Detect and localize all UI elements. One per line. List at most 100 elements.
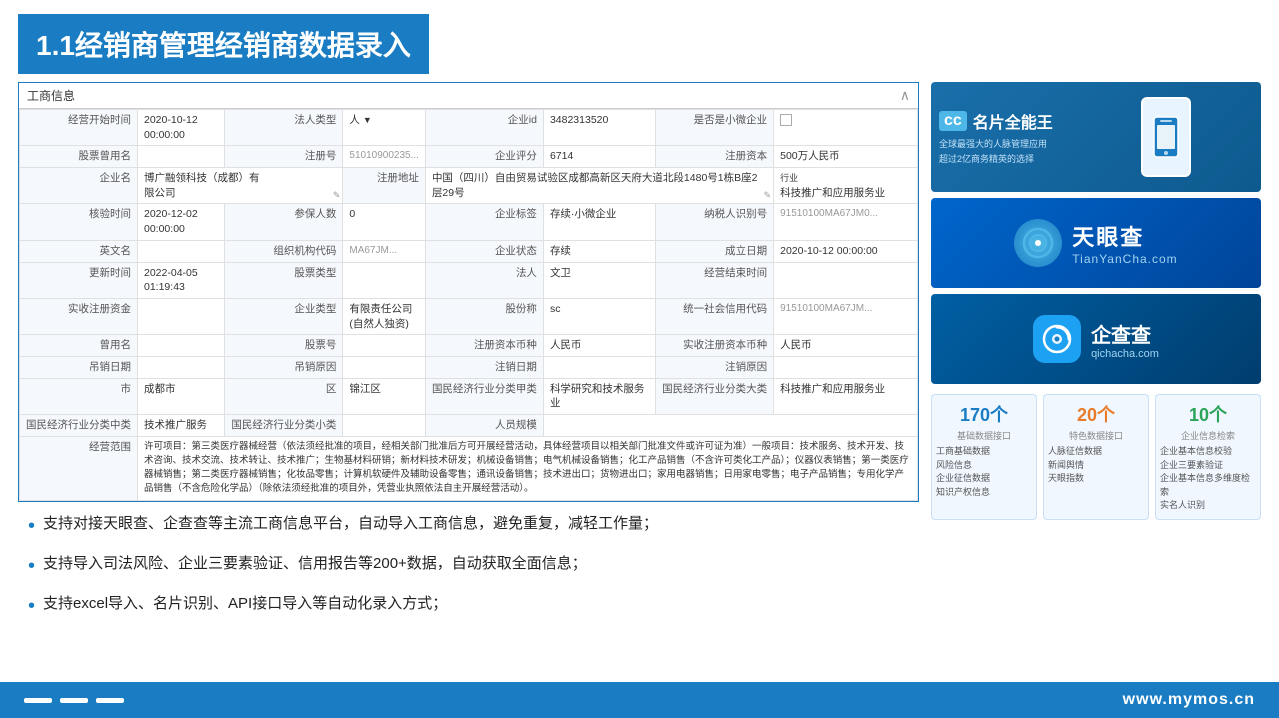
biz-info-card: 工商信息 ∧ 经营开始时间 2020-10-12 00:00:00 法人类型 人… xyxy=(18,82,919,502)
table-row: 市 成都市 区 锦江区 国民经济行业分类甲类 科学研究和技术服务业 国民经济行业… xyxy=(20,378,918,414)
label-cell: 市 xyxy=(20,378,138,414)
value-cell xyxy=(138,335,225,357)
biz-card-title: 工商信息 xyxy=(27,87,75,104)
label-cell: 股票曾用名 xyxy=(20,146,138,168)
mingpian-subtitle1: 全球最强大的人脉管理应用 xyxy=(939,137,1063,150)
bullet-item-1: • 支持对接天眼查、企查查等主流工商信息平台，自动导入工商信息，避免重复，减轻工… xyxy=(28,512,919,542)
label-cell: 注册资本币种 xyxy=(425,335,543,357)
label-cell: 股票号 xyxy=(225,335,343,357)
footer-dots xyxy=(24,698,124,703)
value-cell: MA67JM... xyxy=(343,240,426,262)
label-cell: 纳税人识别号 xyxy=(656,204,774,240)
mingpian-right xyxy=(1071,97,1261,177)
tianyanzha-ad-card: 天眼查 TianYanCha.com xyxy=(931,198,1261,288)
label-cell: 英文名 xyxy=(20,240,138,262)
stat-label-3: 企业信息检索 xyxy=(1160,429,1256,442)
stat-box-3: 10个 企业信息检索 企业基本信息校验 企业三要素验证 企业基本信息多维度检索 … xyxy=(1155,394,1261,520)
value-cell[interactable] xyxy=(774,110,918,146)
stat-num-3: 10个 xyxy=(1160,401,1256,427)
label-cell: 股份称 xyxy=(425,298,543,334)
tianyanzha-name: 天眼查 xyxy=(1072,220,1177,252)
table-row: 实收注册资金 企业类型 有限责任公司(自然人独资) 股份称 sc 统一社会信用代… xyxy=(20,298,918,334)
stat-items-3: 企业基本信息校验 企业三要素验证 企业基本信息多维度检索 实名人识别 xyxy=(1160,445,1256,513)
bullet-text-3: 支持excel导入、名片识别、API接口导入等自动化录入方式； xyxy=(43,592,447,616)
label-cell: 区 xyxy=(225,378,343,414)
label-cell: 参保人数 xyxy=(225,204,343,240)
qichacha-logo-row: 企查查 qichacha.com xyxy=(1033,315,1159,363)
label-cell: 是否是小微企业 xyxy=(656,110,774,146)
qichacha-ad-card: 企查查 qichacha.com xyxy=(931,294,1261,384)
value-cell xyxy=(343,262,426,298)
label-cell: 企业类型 xyxy=(225,298,343,334)
value-cell: 91510100MA67JM... xyxy=(774,298,918,334)
value-cell: 6714 xyxy=(543,146,655,168)
tianyanzha-text: 天眼查 TianYanCha.com xyxy=(1072,220,1177,266)
mingpian-content: cc 名片全能王 全球最强大的人脉管理应用 超过2亿商务精英的选择 xyxy=(931,82,1261,192)
label-cell: 企业id xyxy=(425,110,543,146)
table-row: 英文名 组织机构代码 MA67JM... 企业状态 存续 成立日期 2020-1… xyxy=(20,240,918,262)
value-cell: 3482313520 xyxy=(543,110,655,146)
left-panel: 工商信息 ∧ 经营开始时间 2020-10-12 00:00:00 法人类型 人… xyxy=(18,82,919,632)
label-cell: 国民经济行业分类中类 xyxy=(20,415,138,437)
footer-url: www.mymos.cn xyxy=(1123,691,1255,709)
stat-num-2: 20个 xyxy=(1048,401,1144,427)
label-cell: 企业标签 xyxy=(425,204,543,240)
label-cell: 核验时间 xyxy=(20,204,138,240)
bullet-text-2: 支持导入司法风险、企业三要素验证、信用报告等200+数据，自动获取全面信息； xyxy=(43,552,587,576)
tianyanzha-icon xyxy=(1014,219,1062,267)
value-cell: 成都市 xyxy=(138,378,225,414)
stat-num-1: 170个 xyxy=(936,401,1032,427)
value-cell: 2020-10-12 00:00:00 xyxy=(138,110,225,146)
label-cell: 国民经济行业分类小类 xyxy=(225,415,343,437)
value-cell xyxy=(138,356,225,378)
label-cell: 注册号 xyxy=(225,146,343,168)
stat-box-1: 170个 基础数据接口 工商基础数据 风险信息 企业征信数据 知识产权信息 xyxy=(931,394,1037,520)
stat-box-2: 20个 特色数据接口 人脉征信数据 新闻舆情 天眼指数 xyxy=(1043,394,1149,520)
label-cell: 经营开始时间 xyxy=(20,110,138,146)
value-cell[interactable]: 博广融领科技（成都）有限公司 ✎ xyxy=(138,168,343,204)
label-cell: 企业名 xyxy=(20,168,138,204)
value-cell: 文卫 xyxy=(543,262,655,298)
label-cell: 企业评分 xyxy=(425,146,543,168)
label-cell: 经营范围 xyxy=(20,436,138,500)
label-cell: 成立日期 xyxy=(656,240,774,262)
qichacha-logo-svg xyxy=(1041,323,1073,355)
value-cell: 锦江区 xyxy=(343,378,426,414)
mingpian-logo: cc 名片全能王 xyxy=(939,109,1063,133)
footer-bar: www.mymos.cn xyxy=(0,682,1279,718)
label-cell: 更新时间 xyxy=(20,262,138,298)
cc-badge: cc xyxy=(939,111,967,131)
value-cell[interactable]: 人 ▼ xyxy=(343,110,426,146)
phone-icon xyxy=(1152,115,1180,159)
label-cell: 注销日期 xyxy=(425,356,543,378)
bullet-text-1: 支持对接天眼查、企查查等主流工商信息平台，自动导入工商信息，避免重复，减轻工作量… xyxy=(43,512,658,536)
bullets-section: • 支持对接天眼查、企查查等主流工商信息平台，自动导入工商信息，避免重复，减轻工… xyxy=(18,512,919,622)
collapse-icon[interactable]: ∧ xyxy=(900,87,910,104)
footer-dot-3 xyxy=(96,698,124,703)
label-cell: 实收注册资金 xyxy=(20,298,138,334)
value-cell xyxy=(138,146,225,168)
qichacha-icon xyxy=(1033,315,1081,363)
value-cell: sc xyxy=(543,298,655,334)
bullet-item-2: • 支持导入司法风险、企业三要素验证、信用报告等200+数据，自动获取全面信息； xyxy=(28,552,919,582)
table-row: 曾用名 股票号 注册资本币种 人民币 实收注册资本币种 人民币 xyxy=(20,335,918,357)
page-title: 1.1经销商管理经销商数据录入 xyxy=(36,30,411,61)
tianyanzha-content: 天眼查 TianYanCha.com xyxy=(931,198,1261,288)
table-row: 更新时间 2022-04-05 01:19:43 股票类型 法人 文卫 经营结束… xyxy=(20,262,918,298)
table-row: 经营开始时间 2020-10-12 00:00:00 法人类型 人 ▼ 企业id… xyxy=(20,110,918,146)
value-cell xyxy=(343,415,426,437)
table-row: 国民经济行业分类中类 技术推广服务 国民经济行业分类小类 人员规模 xyxy=(20,415,918,437)
tianyanzha-logo-svg xyxy=(1022,227,1054,259)
label-cell: 企业状态 xyxy=(425,240,543,262)
stat-label-2: 特色数据接口 xyxy=(1048,429,1144,442)
value-cell xyxy=(543,356,655,378)
value-cell[interactable]: 中国（四川）自由贸易试验区成都高新区天府大道北段1480号1栋B座2层29号 ✎ xyxy=(425,168,773,204)
value-cell: 0 xyxy=(343,204,426,240)
label-cell: 注销原因 xyxy=(656,356,774,378)
mingpian-left: cc 名片全能王 全球最强大的人脉管理应用 超过2亿商务精英的选择 xyxy=(931,101,1071,173)
label-cell: 组织机构代码 xyxy=(225,240,343,262)
value-cell: 科学研究和技术服务业 xyxy=(543,378,655,414)
tianyanzha-url: TianYanCha.com xyxy=(1072,252,1177,266)
label-cell: 吊销原因 xyxy=(225,356,343,378)
value-cell xyxy=(138,240,225,262)
